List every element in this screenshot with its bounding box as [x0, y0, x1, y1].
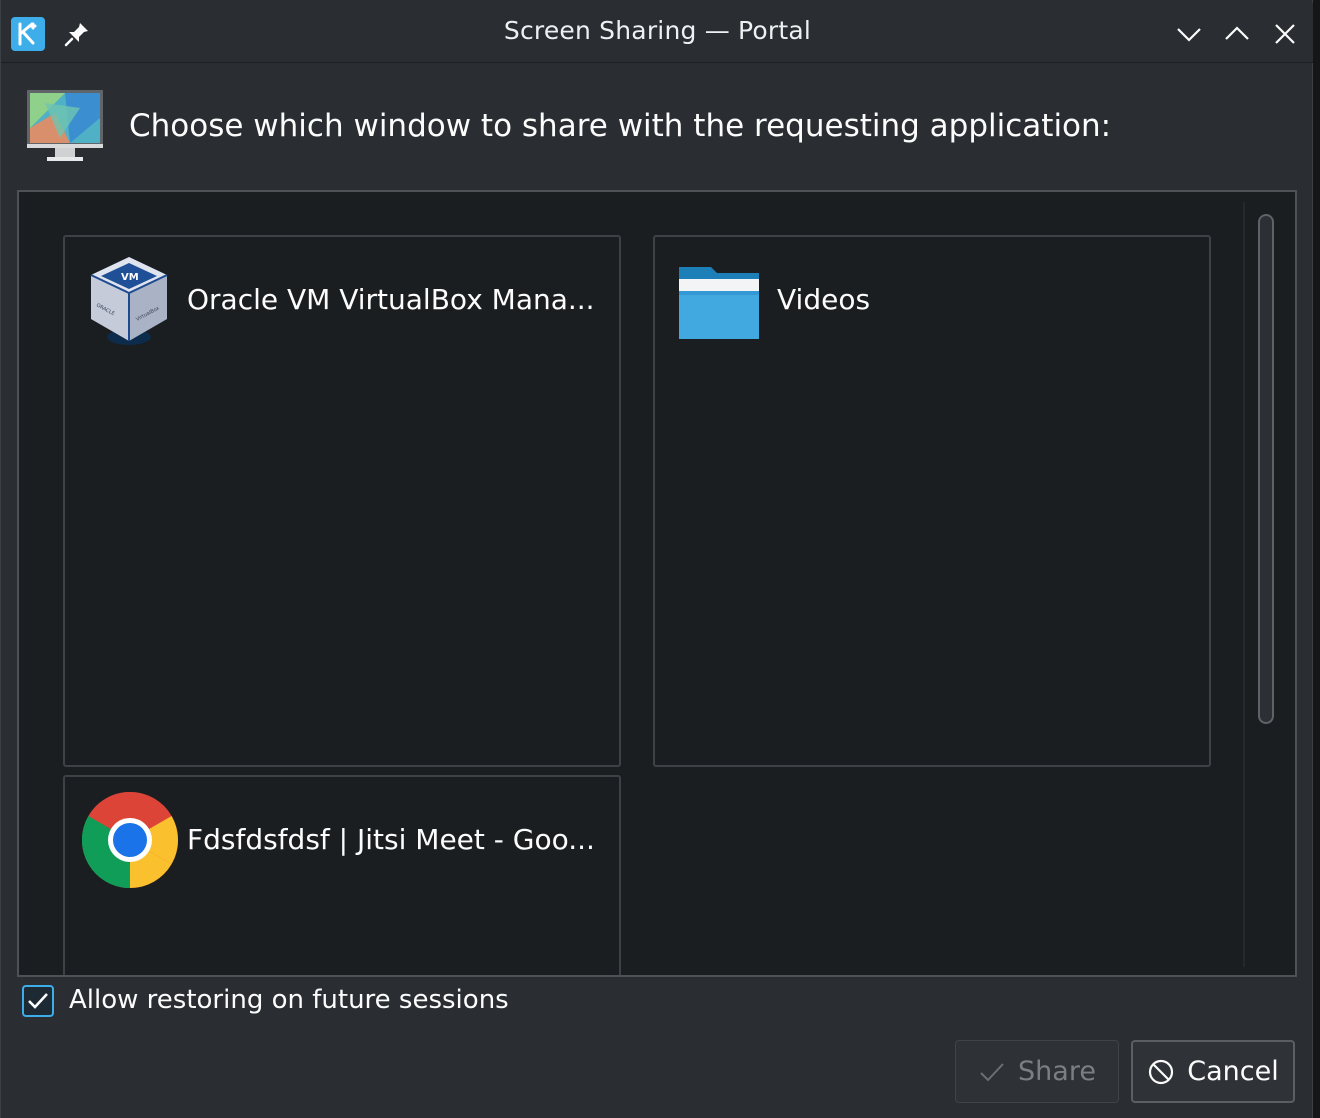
- window-card-label: Oracle VM VirtualBox Mana...: [187, 283, 595, 316]
- share-button-label: Share: [1018, 1056, 1096, 1087]
- desktop-edge: [1313, 0, 1320, 1118]
- window-card-chrome[interactable]: Fdsfdsfdsf | Jitsi Meet - Goo...: [63, 775, 621, 975]
- window-card-videos[interactable]: Videos: [653, 235, 1211, 767]
- chevron-down-icon[interactable]: [1173, 18, 1205, 50]
- window-card-virtualbox[interactable]: VM ORACLE VirtualBox Oracle VM VirtualBo…: [63, 235, 621, 767]
- screen-sharing-dialog: Screen Sharing — Portal Choose which win…: [0, 0, 1314, 1118]
- window-title: Screen Sharing — Portal: [503, 16, 812, 45]
- chrome-icon: [81, 791, 181, 891]
- folder-icon: [677, 251, 763, 351]
- cancel-button[interactable]: Cancel: [1131, 1040, 1295, 1103]
- prompt-text: Choose which window to share with the re…: [129, 108, 1112, 144]
- window-card-label: Videos: [777, 283, 871, 316]
- cancel-button-label: Cancel: [1187, 1056, 1279, 1087]
- window-card-label: Fdsfdsfdsf | Jitsi Meet - Goo...: [187, 823, 595, 856]
- restore-checkbox[interactable]: [22, 985, 54, 1017]
- close-icon[interactable]: [1269, 18, 1301, 50]
- restore-checkbox-label[interactable]: Allow restoring on future sessions: [69, 985, 509, 1015]
- share-button[interactable]: Share: [955, 1040, 1119, 1103]
- monitor-icon: [25, 88, 105, 166]
- cancel-icon: [1149, 1059, 1174, 1084]
- scrollbar-track: [1243, 202, 1245, 967]
- checkmark-icon: [980, 1062, 1004, 1081]
- checkmark-icon: [28, 993, 48, 1009]
- svg-text:VM: VM: [121, 272, 139, 283]
- virtualbox-icon: VM ORACLE VirtualBox: [87, 251, 173, 351]
- window-list[interactable]: VM ORACLE VirtualBox Oracle VM VirtualBo…: [17, 190, 1297, 977]
- chevron-up-icon[interactable]: [1221, 18, 1253, 50]
- titlebar[interactable]: Screen Sharing — Portal: [1, 3, 1314, 63]
- scrollbar-handle[interactable]: [1258, 214, 1274, 724]
